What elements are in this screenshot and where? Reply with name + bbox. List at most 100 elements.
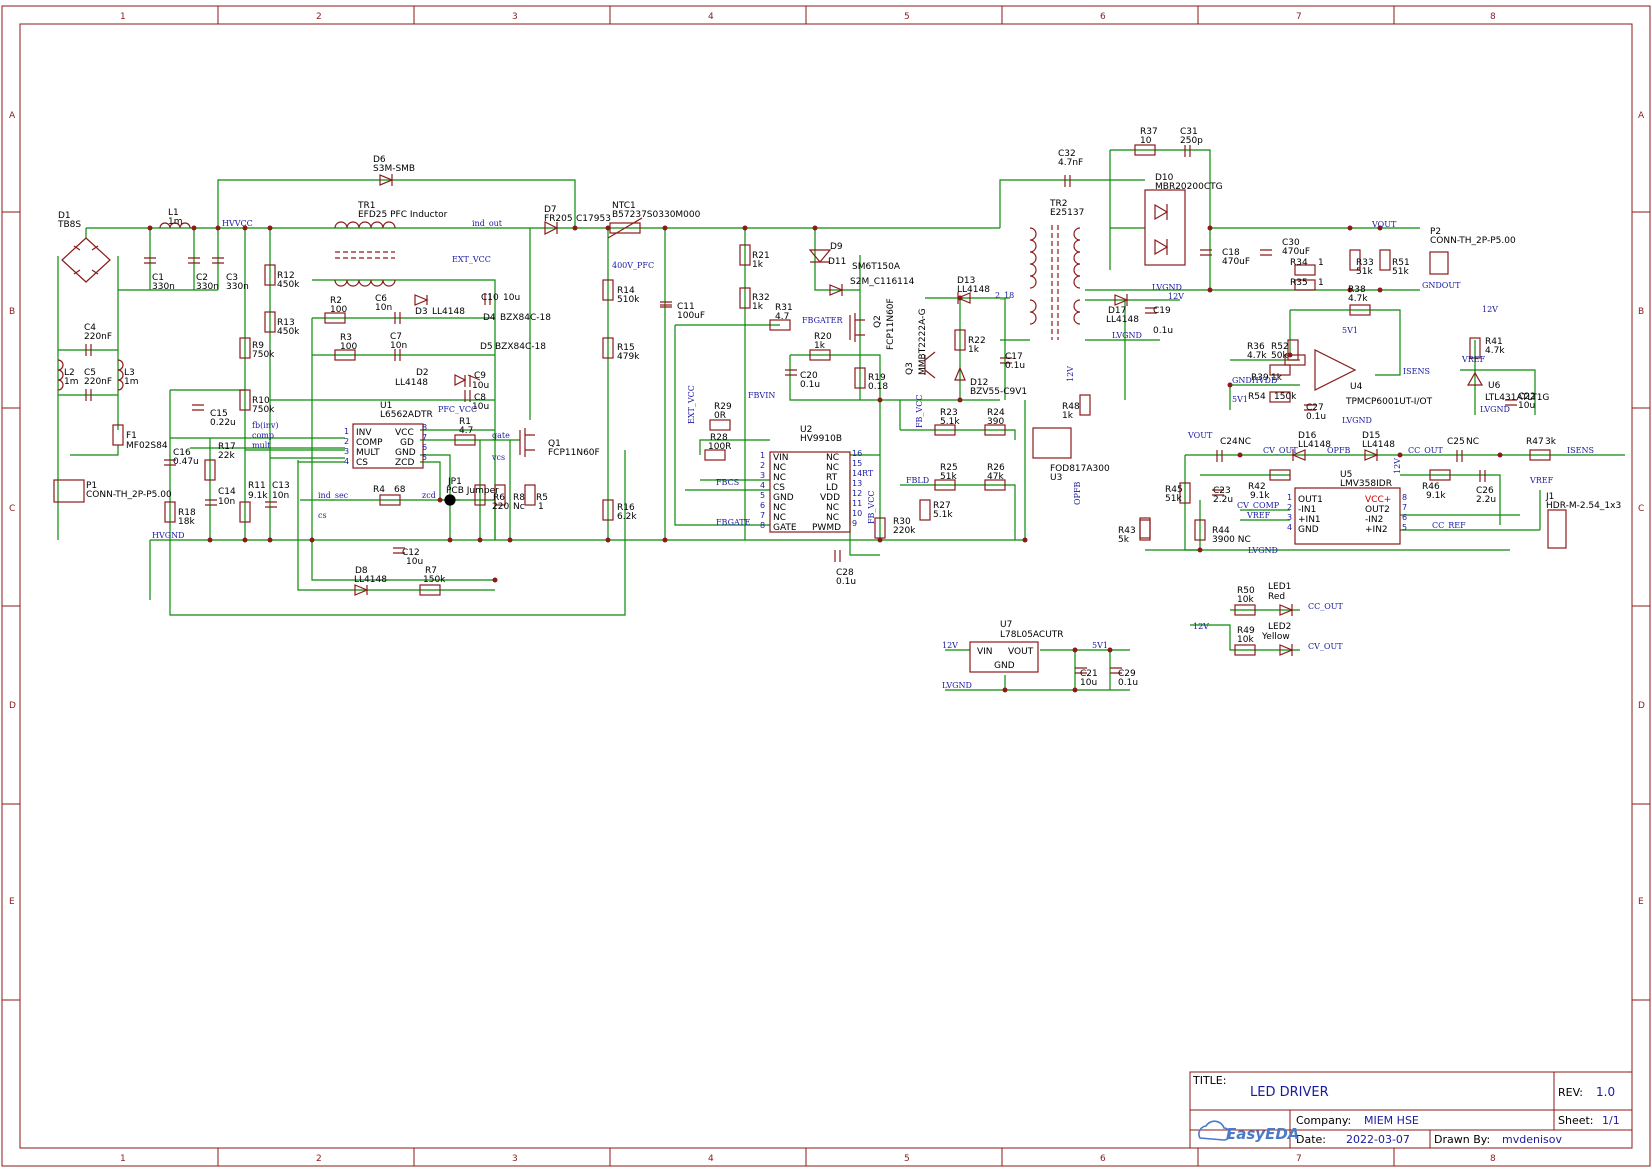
val-R24: 390 — [987, 417, 1004, 427]
u2-pinnum-5: 5 — [760, 491, 765, 500]
val-R49: 10k — [1237, 635, 1254, 645]
val-R50: 10k — [1237, 595, 1254, 605]
val-C20: 0.1u — [800, 380, 820, 390]
val-D13: LL4148 — [957, 285, 990, 295]
u2-pinnum-14: 14 — [852, 469, 862, 478]
wires — [57, 149, 1625, 691]
val-C15: 0.22u — [210, 418, 236, 428]
val-C23: 2.2u — [1213, 495, 1233, 505]
company-label: Company: — [1296, 1114, 1351, 1127]
u2-pin-6: NC — [773, 503, 786, 513]
val-R8: Nc — [513, 502, 525, 512]
net-12v-3: 12V — [1482, 305, 1498, 314]
u5-pin-5: +IN2 — [1365, 525, 1388, 535]
u2-pin-10: NC — [826, 513, 839, 523]
net-vref-2: VREF — [1246, 511, 1271, 520]
val-C5: 220nF — [84, 377, 112, 387]
ref-R54: R54 — [1248, 392, 1266, 402]
u1-pinnum-1: 1 — [344, 427, 349, 436]
val-R46: 9.1k — [1426, 491, 1446, 501]
net-12v-6: 12V — [942, 641, 958, 650]
val-P2: CONN-TH_2P-P5.00 — [1430, 236, 1516, 246]
title-value: LED DRIVER — [1250, 1085, 1329, 1100]
u2-pinnum-6: 6 — [760, 501, 765, 510]
ref-C9: C9 — [474, 371, 486, 381]
net-12v-5: 12V — [1193, 622, 1209, 631]
u5-pinnum-4: 4 — [1287, 523, 1292, 532]
u5-pin-6: -IN2 — [1365, 515, 1383, 525]
grid-col-8: 8 — [1490, 12, 1496, 22]
val-R21: 1k — [752, 260, 764, 270]
net-opfb: OPFB — [1073, 482, 1082, 505]
grid-row-A-right: A — [1638, 111, 1645, 121]
val-D8: LL4148 — [354, 575, 387, 585]
ref-U7: U7 — [1000, 620, 1012, 630]
grid-row-C-right: C — [1638, 504, 1644, 514]
val-D3: LL4148 — [432, 307, 465, 317]
ref-D3: D3 — [415, 307, 428, 317]
grid-col-3: 3 — [512, 12, 518, 22]
val-R27: 5.1k — [933, 510, 953, 520]
val-C10: 10u — [503, 293, 520, 303]
val-D15: LL4148 — [1362, 440, 1395, 450]
net-400v-pfc: 400V_PFC — [612, 261, 654, 270]
grid-col-1-bottom: 1 — [120, 1154, 126, 1164]
val-R25: 51k — [940, 472, 957, 482]
component-symbols — [53, 144, 1567, 674]
grid-col-2-bottom: 2 — [316, 1154, 322, 1164]
val-R4: 68 — [394, 485, 406, 495]
net-12v: 12V — [1168, 292, 1184, 301]
grid-row-D-right: D — [1638, 701, 1645, 711]
net-pfc-vcc: PFC_VCC — [438, 405, 477, 414]
u2-pinnum-2: 2 — [760, 461, 765, 470]
net-lvgnd-4: LVGND — [1480, 405, 1510, 414]
val-R51: 51k — [1392, 267, 1409, 277]
val-C27: 0.1u — [1306, 412, 1326, 422]
net-cv-comp: CV_COMP — [1237, 501, 1280, 510]
ref-D2: D2 — [416, 368, 429, 378]
net-fbcs: FBCS — [716, 478, 739, 487]
val-C13: 10n — [272, 491, 289, 501]
val-R29: 0R — [714, 411, 726, 421]
net-ind-out: ind_out — [472, 219, 503, 228]
val-C3: 330n — [226, 282, 249, 292]
u1-pinnum-8: 8 — [422, 423, 427, 432]
u2-pin-2: NC — [773, 463, 786, 473]
val-R19: 0.18 — [868, 382, 888, 392]
grid-col-4: 4 — [708, 12, 714, 22]
val-R32: 1k — [752, 302, 764, 312]
val-C32: 4.7nF — [1058, 158, 1083, 168]
net-gndout: GNDOUT — [1422, 281, 1461, 290]
u7-pin-vin: VIN — [977, 647, 993, 657]
val-R3: 100 — [340, 342, 357, 352]
grid-col-7-bottom: 7 — [1296, 1154, 1302, 1164]
val-R14: 510k — [617, 295, 640, 305]
net-fbgater: FBGATER — [802, 316, 843, 325]
val-TR2: E25137 — [1050, 208, 1084, 218]
val-C28: 0.1u — [836, 577, 856, 587]
u1-pin-gd: GD — [400, 438, 414, 448]
val-D5: BZX84C-18 — [495, 342, 546, 352]
u5-pinnum-1: 1 — [1287, 493, 1292, 502]
rev-label: REV: — [1558, 1086, 1583, 1099]
val-L3: 1m — [124, 377, 139, 387]
val-D11: SM6T150A — [852, 262, 901, 272]
val-C26: 2.2u — [1476, 495, 1496, 505]
u2-pinnum-3: 3 — [760, 471, 765, 480]
val-R7: 150k — [423, 575, 446, 585]
net-fb-vcc: FB_VCC — [867, 491, 876, 524]
u2-pinnum-4: 4 — [760, 481, 765, 490]
ref-Q3: Q3 — [905, 362, 915, 375]
u2-pinnum-16: 16 — [852, 449, 862, 458]
grid-row-D: D — [9, 701, 16, 711]
val-C21: 10u — [1080, 678, 1097, 688]
val-Q1: FCP11N60F — [548, 448, 600, 458]
net-lvgnd-6: LVGND — [942, 681, 972, 690]
val-R2: 100 — [330, 305, 347, 315]
val-R34: 1 — [1318, 258, 1324, 268]
val-R13: 450k — [277, 327, 300, 337]
u5-pinnum-6: 6 — [1402, 513, 1407, 522]
u5-pin-2: -IN1 — [1298, 505, 1316, 515]
net-2-18: 2_18 — [995, 291, 1014, 300]
grid-row-E-right: E — [1638, 897, 1644, 907]
